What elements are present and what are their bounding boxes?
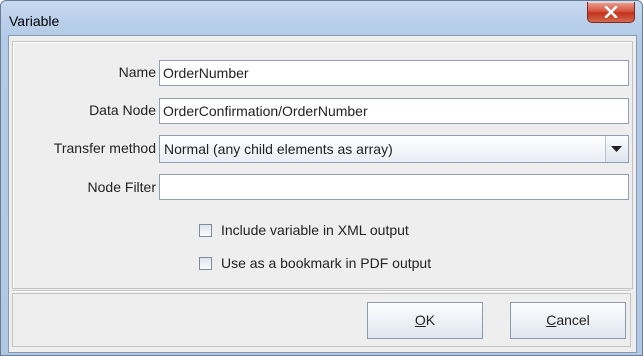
cancel-button[interactable]: Cancel	[510, 302, 626, 339]
bookmark-pdf-label[interactable]: Use as a bookmark in PDF output	[221, 255, 431, 271]
ok-mnemonic: O	[414, 312, 426, 328]
data-node-input[interactable]	[159, 98, 629, 124]
transfer-method-label: Transfer method	[53, 140, 156, 156]
include-xml-checkbox[interactable]	[199, 224, 212, 237]
variable-dialog: Variable Name Data Node Transfer method …	[0, 0, 643, 356]
node-filter-label: Node Filter	[87, 179, 156, 195]
cancel-label-rest: ancel	[556, 312, 590, 328]
bookmark-pdf-checkbox[interactable]	[199, 257, 212, 270]
cancel-mnemonic: C	[546, 312, 557, 328]
data-node-label: Data Node	[89, 102, 156, 118]
separator	[12, 290, 631, 292]
close-x-icon	[604, 6, 618, 18]
ok-button[interactable]: OK	[367, 302, 483, 339]
transfer-method-select[interactable]: Normal (any child elements as array)	[159, 135, 629, 163]
window-title: Variable	[9, 13, 60, 29]
transfer-method-value: Normal (any child elements as array)	[164, 141, 393, 157]
name-label: Name	[118, 64, 156, 80]
node-filter-input[interactable]	[159, 174, 629, 200]
dialog-client-area: Name Data Node Transfer method Normal (a…	[8, 35, 637, 353]
include-xml-label[interactable]: Include variable in XML output	[221, 222, 409, 238]
title-bar[interactable]: Variable	[1, 1, 642, 35]
form-panel: Name Data Node Transfer method Normal (a…	[12, 41, 633, 289]
chevron-down-icon	[611, 146, 622, 152]
ok-label-rest: K	[425, 312, 436, 328]
dropdown-arrow-button[interactable]	[605, 136, 628, 162]
button-bar: OK Cancel	[12, 293, 631, 347]
name-input[interactable]	[159, 60, 629, 86]
close-button[interactable]	[587, 2, 635, 23]
